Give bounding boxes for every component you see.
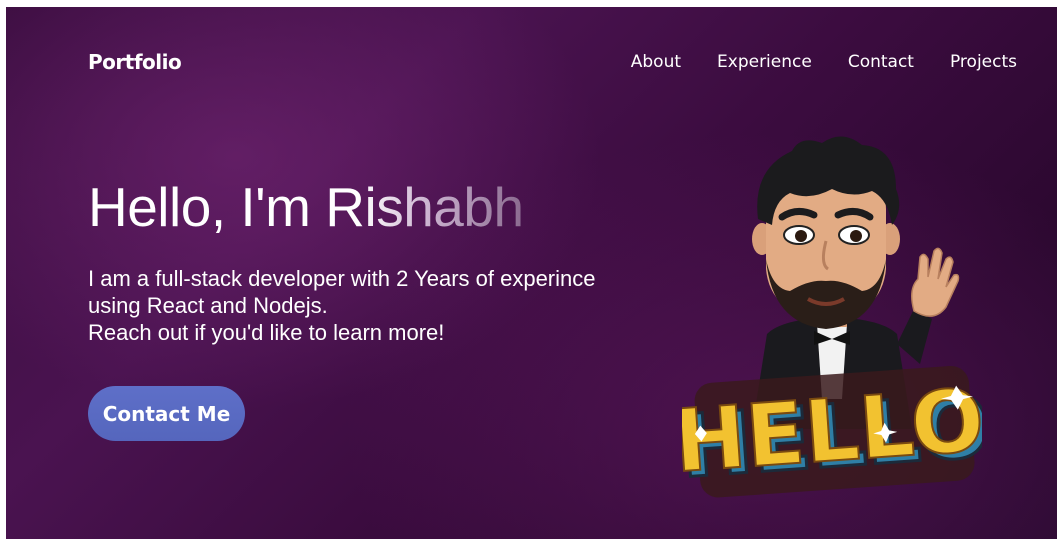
avatar-hand — [911, 247, 960, 317]
nav-links: About Experience Contact Projects — [631, 52, 1017, 72]
hero-title: Hello, I'm Rishabh — [88, 176, 524, 238]
avatar-pupil-left — [795, 230, 807, 242]
avatar-pupil-right — [850, 230, 862, 242]
nav-link-experience[interactable]: Experience — [717, 52, 812, 72]
contact-me-button[interactable]: Contact Me — [88, 386, 245, 441]
nav-link-contact[interactable]: Contact — [848, 52, 914, 72]
nav-link-projects[interactable]: Projects — [950, 52, 1017, 72]
hero-description-line-1: I am a full-stack developer with 2 Years… — [88, 266, 596, 291]
brand-logo[interactable]: Portfolio — [88, 50, 182, 74]
avatar-arm — [897, 309, 932, 364]
avatar-icon: HELLO HELLO — [682, 136, 982, 499]
hero-description-line-2: using React and Nodejs. — [88, 293, 328, 318]
page-frame: Portfolio About Experience Contact Proje… — [6, 7, 1057, 539]
hero-description-line-3: Reach out if you'd like to learn more! — [88, 320, 445, 345]
hero-description: I am a full-stack developer with 2 Years… — [88, 265, 648, 346]
avatar-hello-illustration: HELLO HELLO — [682, 129, 982, 509]
hello-sign: HELLO HELLO — [682, 365, 982, 499]
nav-link-about[interactable]: About — [631, 52, 681, 72]
hello-sign-text: HELLO — [682, 371, 982, 492]
navbar: Portfolio About Experience Contact Proje… — [6, 7, 1057, 122]
